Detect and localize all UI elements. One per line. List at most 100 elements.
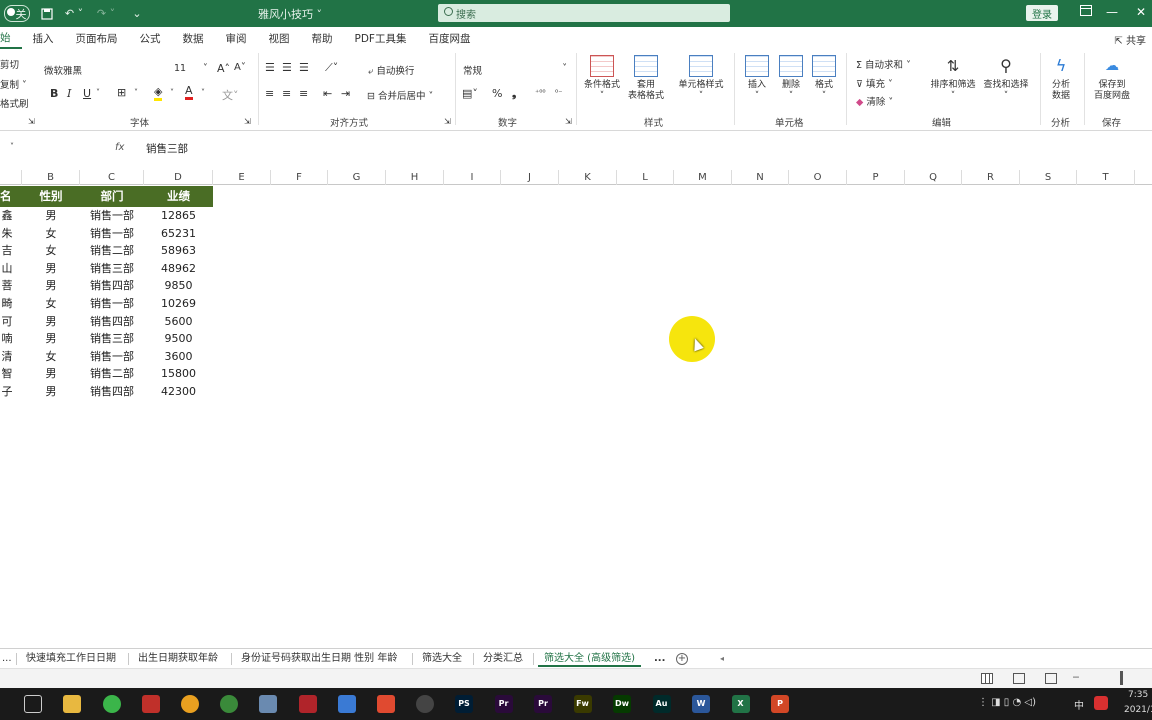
copy-button[interactable]: 复制 ˅ <box>0 77 27 91</box>
tab-formulas[interactable]: 公式 <box>129 27 172 49</box>
table-cell[interactable]: 男 <box>22 260 80 278</box>
sheet-tab[interactable]: 快速填充工作日日期 <box>26 651 116 667</box>
table-cell[interactable]: 销售一部 <box>80 348 144 366</box>
sort-filter-button[interactable]: ⇅ 排序和筛选 ˅ <box>928 55 978 102</box>
table-cell[interactable]: 女 <box>22 295 80 313</box>
undo-icon[interactable]: ↶ ˅ <box>62 5 86 22</box>
column-header[interactable]: E <box>213 170 271 185</box>
zoom-out-button[interactable]: − <box>1072 672 1080 683</box>
align-center-icon[interactable]: ≡ <box>282 87 291 100</box>
column-header[interactable]: C <box>80 170 144 185</box>
column-header[interactable]: H <box>386 170 444 185</box>
taskbar-app-icon[interactable]: Dw <box>613 695 631 713</box>
tab-data[interactable]: 数据 <box>172 27 215 49</box>
percent-icon[interactable]: % <box>492 87 502 100</box>
tab-page-layout[interactable]: 页面布局 <box>65 27 129 49</box>
save-icon[interactable] <box>40 5 54 22</box>
network-app-icon[interactable] <box>259 695 277 713</box>
wechat-icon[interactable] <box>103 695 121 713</box>
table-cell[interactable]: 9500 <box>144 330 213 348</box>
shrink-font-button[interactable]: A˅ <box>234 62 246 73</box>
table-cell[interactable]: 12865 <box>144 207 213 225</box>
bold-button[interactable]: B <box>50 87 58 100</box>
tab-review[interactable]: 审阅 <box>215 27 258 49</box>
table-cell[interactable]: 吉 <box>0 242 14 260</box>
increase-indent-icon[interactable]: ⇥ <box>341 87 350 100</box>
table-cell[interactable]: 畸 <box>0 295 14 313</box>
font-size-dropdown-icon[interactable]: ˅ <box>203 63 208 74</box>
sogou-ime-icon[interactable] <box>1094 696 1108 710</box>
phonetic-icon[interactable]: 文˅ <box>222 87 239 103</box>
ime-indicator[interactable]: 中 <box>1074 697 1084 712</box>
alignment-launcher-icon[interactable]: ⇲ <box>444 117 451 126</box>
column-header[interactable]: M <box>674 170 732 185</box>
grow-font-button[interactable]: A˄ <box>217 62 230 75</box>
table-cell[interactable]: 喃 <box>0 330 14 348</box>
fx-icon[interactable]: fx <box>115 142 124 153</box>
sheet-tab[interactable]: 出生日期获取年龄 <box>138 651 218 667</box>
taskbar-app-icon[interactable]: W <box>692 695 710 713</box>
customize-toolbar-icon[interactable]: ⌄ <box>130 5 144 22</box>
table-cell[interactable]: 朱 <box>0 225 14 243</box>
clear-button[interactable]: ◆ 清除 ˅ <box>856 94 893 108</box>
sheet-scroll-left-button[interactable]: ... <box>2 651 12 667</box>
clock-date[interactable]: 2021/1 <box>1124 705 1152 715</box>
format-as-table-button[interactable]: 套用 表格格式 <box>624 55 668 102</box>
orientation-icon[interactable]: ⟋˅ <box>325 61 338 75</box>
italic-button[interactable]: I <box>67 87 71 100</box>
table-cell[interactable]: 菩 <box>0 277 14 295</box>
table-cell[interactable]: 男 <box>22 277 80 295</box>
add-sheet-button[interactable]: + <box>676 653 688 665</box>
taskbar-app-icon[interactable]: P <box>771 695 789 713</box>
insert-cells-button[interactable]: 插入 ˅ <box>742 55 772 102</box>
cut-button[interactable]: 剪切 <box>0 57 19 71</box>
decrease-decimal-icon[interactable]: ⁰⁻ <box>555 88 562 97</box>
sheet-tab[interactable]: 分类汇总 <box>483 651 523 667</box>
table-cell[interactable]: 女 <box>22 242 80 260</box>
format-cells-button[interactable]: 格式 ˅ <box>810 55 838 102</box>
tray-icons[interactable]: ⋮ ◨ ▯ ◔ ◁) <box>978 697 1036 708</box>
document-title[interactable]: 雅风小技巧 ˅ <box>255 5 325 22</box>
table-cell[interactable]: 销售四部 <box>80 277 144 295</box>
conditional-format-button[interactable]: 条件格式 ˅ <box>582 55 622 102</box>
header-cell-performance[interactable]: 业绩 <box>144 186 213 207</box>
format-painter-button[interactable]: 格式刷 <box>0 96 29 110</box>
increase-decimal-icon[interactable]: ⁺⁰⁰ <box>535 88 546 97</box>
chrome-icon[interactable] <box>220 695 238 713</box>
table-cell[interactable]: 可 <box>0 313 14 331</box>
redo-icon[interactable]: ↷ ˅ <box>94 5 118 22</box>
table-cell[interactable]: 销售三部 <box>80 260 144 278</box>
table-cell[interactable]: 10269 <box>144 295 213 313</box>
table-cell[interactable]: 男 <box>22 330 80 348</box>
normal-view-icon[interactable] <box>981 673 993 684</box>
zoom-slider-handle[interactable] <box>1120 671 1123 685</box>
table-cell[interactable]: 男 <box>22 365 80 383</box>
merge-center-button[interactable]: ⊟ 合并后居中 ˅ <box>367 88 433 102</box>
sheet-tab[interactable]: 身份证号码获取出生日期 性别 年龄 <box>241 651 397 667</box>
tab-pdf-tools[interactable]: PDF工具集 <box>344 27 418 49</box>
cell-styles-button[interactable]: 单元格样式 ˅ <box>676 55 726 102</box>
analyze-data-button[interactable]: ϟ 分析 数据 <box>1046 55 1076 102</box>
column-header[interactable]: R <box>962 170 1020 185</box>
fill-color-icon[interactable]: ◈ <box>154 86 163 101</box>
table-cell[interactable]: 女 <box>22 225 80 243</box>
taskbar-app-icon[interactable]: Fw <box>573 695 592 713</box>
worksheet-grid[interactable]: 名 性别 部门 业绩 鑫男销售一部 12865 朱女销售一部 65231 吉女销售二部 5… <box>0 186 1152 648</box>
tab-home[interactable]: 始 <box>0 27 22 49</box>
column-header[interactable]: T <box>1077 170 1135 185</box>
column-header-a[interactable] <box>0 170 22 185</box>
table-cell[interactable]: 男 <box>22 207 80 225</box>
close-button[interactable]: ✕ <box>1136 5 1146 19</box>
table-cell[interactable]: 58963 <box>144 242 213 260</box>
filezilla-icon[interactable] <box>299 695 317 713</box>
page-break-view-icon[interactable] <box>1045 673 1057 684</box>
table-cell[interactable]: 48962 <box>144 260 213 278</box>
page-layout-view-icon[interactable] <box>1013 673 1025 684</box>
column-header[interactable]: F <box>271 170 328 185</box>
table-cell[interactable]: 男 <box>22 383 80 401</box>
table-cell[interactable]: 鑫 <box>0 207 14 225</box>
tab-view[interactable]: 视图 <box>258 27 301 49</box>
font-size-select[interactable]: 11 <box>174 63 186 74</box>
column-header[interactable]: D <box>144 170 213 185</box>
autosum-button[interactable]: Σ 自动求和 ˅ <box>856 57 911 71</box>
